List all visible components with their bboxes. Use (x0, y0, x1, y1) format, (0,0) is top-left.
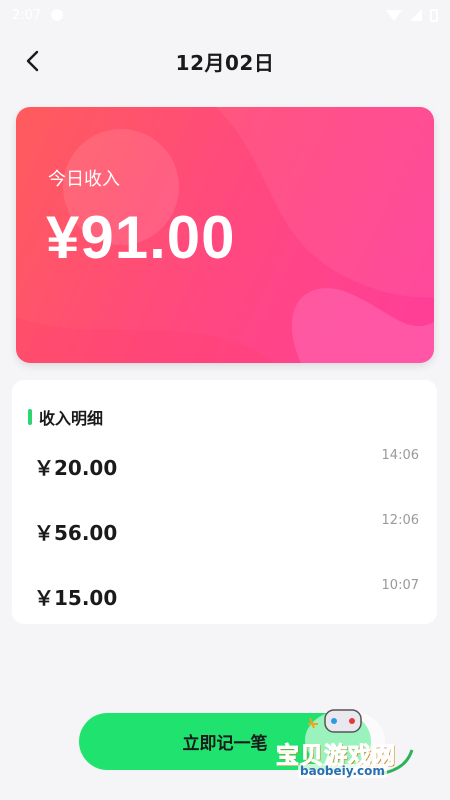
chevron-left-icon (26, 50, 39, 72)
section-accent-bar (28, 409, 32, 425)
status-icons (386, 8, 438, 22)
notification-icon (51, 9, 64, 21)
record-amount: ￥15.00 (34, 586, 118, 610)
wifi-icon (386, 9, 402, 21)
record-amount: ￥20.00 (34, 456, 118, 480)
income-record[interactable]: ￥56.00 12:06 (12, 513, 437, 553)
add-record-button[interactable]: 立即记一笔 (79, 713, 371, 770)
income-record[interactable]: ￥20.00 14:06 (12, 448, 437, 488)
signal-icon (410, 9, 422, 21)
details-header: 收入明细 (28, 405, 103, 429)
today-income-amount: ¥91.00 (46, 204, 236, 271)
record-time: 10:07 (381, 578, 419, 593)
card-label: 今日收入 (48, 169, 120, 190)
page-title: 12月02日 (175, 50, 275, 75)
status-bar: 2:07 (0, 0, 450, 30)
income-record[interactable]: ￥15.00 10:07 (12, 578, 437, 618)
record-time: 12:06 (381, 513, 419, 528)
income-details-panel: 收入明细 ￥20.00 14:06 ￥56.00 12:06 ￥15.00 10… (12, 380, 437, 624)
details-title: 收入明细 (39, 409, 104, 428)
battery-icon (430, 8, 438, 22)
record-amount: ￥56.00 (34, 521, 118, 545)
income-card: 今日收入 ¥91.00 (16, 107, 434, 363)
header: 12月02日 (0, 36, 450, 86)
status-time: 2:07 (12, 7, 42, 23)
back-button[interactable] (18, 45, 48, 77)
record-time: 14:06 (381, 448, 419, 463)
